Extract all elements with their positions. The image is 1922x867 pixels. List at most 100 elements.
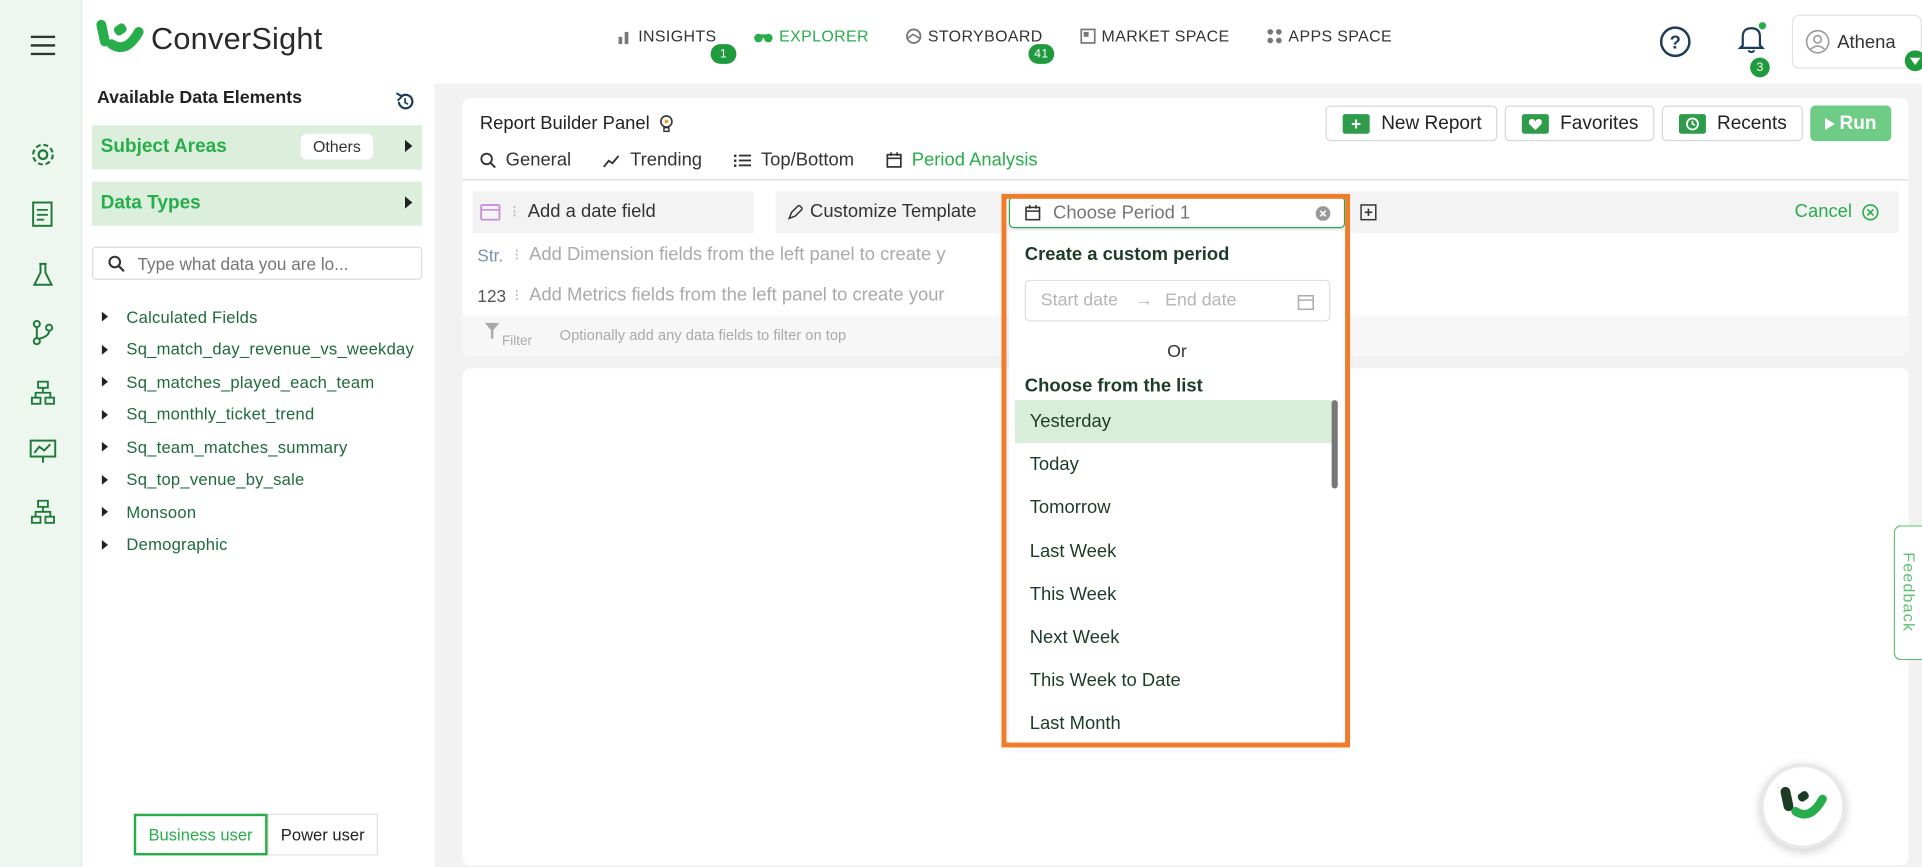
subject-areas-section[interactable]: Subject Areas Others xyxy=(92,125,423,170)
tab-period-analysis[interactable]: Period Analysis xyxy=(886,150,1038,171)
list-item[interactable]: Demographic xyxy=(101,528,414,561)
lab-flask-icon[interactable] xyxy=(27,259,59,291)
period-option-last-month[interactable]: Last Month xyxy=(1015,702,1333,743)
list-item-label: Sq_team_matches_summary xyxy=(126,437,348,457)
list-item[interactable]: Sq_monthly_ticket_trend xyxy=(101,398,414,431)
list-item[interactable]: Calculated Fields xyxy=(101,301,414,334)
list-item-label: Sq_matches_played_each_team xyxy=(126,372,375,392)
dropdown-scrollbar[interactable] xyxy=(1331,400,1338,489)
nav-apps-space-label: APPS SPACE xyxy=(1288,27,1393,46)
data-elements-panel: Available Data Elements Subject Areas Ot… xyxy=(82,83,435,867)
data-types-section[interactable]: Data Types xyxy=(92,181,423,226)
list-item[interactable]: Sq_team_matches_summary xyxy=(101,431,414,464)
nav-market-space-label: MARKET SPACE xyxy=(1101,27,1230,46)
report-list-icon[interactable] xyxy=(27,199,59,231)
nav-storyboard[interactable]: STORYBOARD 41 xyxy=(906,27,1055,64)
metrics-drop-row[interactable]: 123 ⁝ Add Metrics fields from the left p… xyxy=(477,285,944,306)
end-date-placeholder[interactable]: End date xyxy=(1165,291,1236,311)
drag-handle-icon: ⁝ xyxy=(514,285,520,304)
clear-icon[interactable] xyxy=(1315,206,1331,221)
new-report-label: New Report xyxy=(1381,112,1482,134)
dimension-hint: Add Dimension fields from the left panel… xyxy=(529,244,946,266)
period-option-today[interactable]: Today xyxy=(1015,443,1333,486)
assistant-chat-button[interactable] xyxy=(1759,763,1846,850)
svg-text:+: + xyxy=(1352,113,1362,133)
analysis-tabs: General Trending Top/Bottom Period Analy… xyxy=(480,150,1038,171)
tab-trending[interactable]: Trending xyxy=(603,150,702,171)
power-user-button[interactable]: Power user xyxy=(267,813,379,856)
nav-apps-space[interactable]: APPS SPACE xyxy=(1266,27,1392,45)
add-box-icon[interactable] xyxy=(1360,204,1377,221)
favorites-button[interactable]: Favorites xyxy=(1504,105,1655,142)
list-item-label: Calculated Fields xyxy=(126,307,258,327)
chevron-right-icon xyxy=(405,196,413,209)
new-report-icon: + xyxy=(1343,113,1371,133)
calendar-icon[interactable] xyxy=(1297,293,1314,311)
period-select[interactable] xyxy=(1008,196,1346,229)
user-dropdown-chevron-icon[interactable] xyxy=(1904,50,1922,72)
feedback-tab[interactable]: Feedback xyxy=(1893,525,1922,661)
period-option-yesterday[interactable]: Yesterday xyxy=(1014,400,1333,444)
subject-areas-selector[interactable]: Others xyxy=(300,133,374,160)
date-field-slot[interactable]: ⁝ Add a date field xyxy=(472,191,754,234)
run-label: Run xyxy=(1839,112,1877,134)
cancel-button[interactable]: Cancel xyxy=(1795,201,1879,222)
brand-logo[interactable]: ConverSight xyxy=(95,17,323,61)
custom-date-range[interactable]: Start date → End date xyxy=(1024,279,1331,322)
user-avatar-icon xyxy=(1805,29,1830,54)
favorites-label: Favorites xyxy=(1560,112,1639,134)
new-report-button[interactable]: + New Report xyxy=(1325,105,1498,142)
branch-flow-icon[interactable] xyxy=(27,317,59,349)
customize-template-label: Customize Template xyxy=(810,201,977,223)
list-item[interactable]: Monsoon xyxy=(101,496,414,529)
caret-right-icon xyxy=(101,539,109,550)
hamburger-menu-icon[interactable] xyxy=(27,29,59,61)
caret-right-icon xyxy=(101,507,109,518)
conversight-logo-icon xyxy=(1780,786,1827,819)
list-item[interactable]: Sq_matches_played_each_team xyxy=(101,366,414,399)
list-item[interactable]: Sq_top_venue_by_sale xyxy=(101,463,414,496)
user-menu[interactable]: Athena xyxy=(1791,14,1922,72)
period-option-last-week[interactable]: Last Week xyxy=(1015,530,1333,573)
date-field-label: Add a date field xyxy=(527,201,656,223)
presentation-chart-icon[interactable] xyxy=(27,436,59,468)
data-search-input[interactable] xyxy=(137,253,408,274)
calendar-icon xyxy=(1025,204,1041,220)
notifications-bell-icon[interactable]: 3 xyxy=(1737,22,1770,78)
user-name: Athena xyxy=(1837,31,1896,53)
nav-insights[interactable]: INSIGHTS 1 xyxy=(617,27,737,64)
search-icon xyxy=(480,152,496,169)
business-user-button[interactable]: Business user xyxy=(133,813,268,856)
binoculars-icon xyxy=(753,33,773,42)
list-item-label: Demographic xyxy=(126,535,228,554)
tab-top-bottom[interactable]: Top/Bottom xyxy=(733,150,854,171)
start-date-placeholder[interactable]: Start date xyxy=(1041,291,1118,311)
nav-market-space[interactable]: MARKET SPACE xyxy=(1079,27,1229,45)
refresh-icon[interactable] xyxy=(394,91,416,119)
insights-count-badge: 1 xyxy=(710,44,737,64)
list-item[interactable]: Sq_match_day_revenue_vs_weekday xyxy=(101,333,414,366)
org-structure-icon[interactable] xyxy=(27,496,59,528)
run-button[interactable]: Run xyxy=(1810,105,1892,142)
period-option-next-week[interactable]: Next Week xyxy=(1015,616,1333,659)
lightbulb-icon[interactable] xyxy=(660,114,675,134)
notification-dot xyxy=(1758,22,1767,30)
report-builder-title-text: Report Builder Panel xyxy=(479,112,650,134)
hierarchy-icon[interactable] xyxy=(27,377,59,409)
customize-template-button[interactable]: Customize Template xyxy=(787,201,977,223)
filter-funnel-icon xyxy=(484,322,500,339)
period-option-this-week[interactable]: This Week xyxy=(1015,573,1333,616)
help-icon[interactable]: ? xyxy=(1659,26,1691,58)
period-option-tomorrow[interactable]: Tomorrow xyxy=(1015,486,1333,529)
period-select-input[interactable] xyxy=(1053,201,1299,223)
settings-gear-icon[interactable] xyxy=(27,139,59,171)
market-space-icon xyxy=(1079,28,1096,44)
close-circle-icon xyxy=(1862,203,1879,220)
recents-button[interactable]: Recents xyxy=(1661,105,1803,142)
tab-period-analysis-label: Period Analysis xyxy=(911,149,1038,171)
tab-general[interactable]: General xyxy=(480,150,571,171)
dimension-drop-row[interactable]: Str. ⁝ Add Dimension fields from the lef… xyxy=(477,244,945,265)
nav-explorer[interactable]: EXPLORER xyxy=(753,27,869,45)
nav-storyboard-label: STORYBOARD xyxy=(927,27,1043,46)
period-option-this-week-to-date[interactable]: This Week to Date xyxy=(1015,659,1333,702)
